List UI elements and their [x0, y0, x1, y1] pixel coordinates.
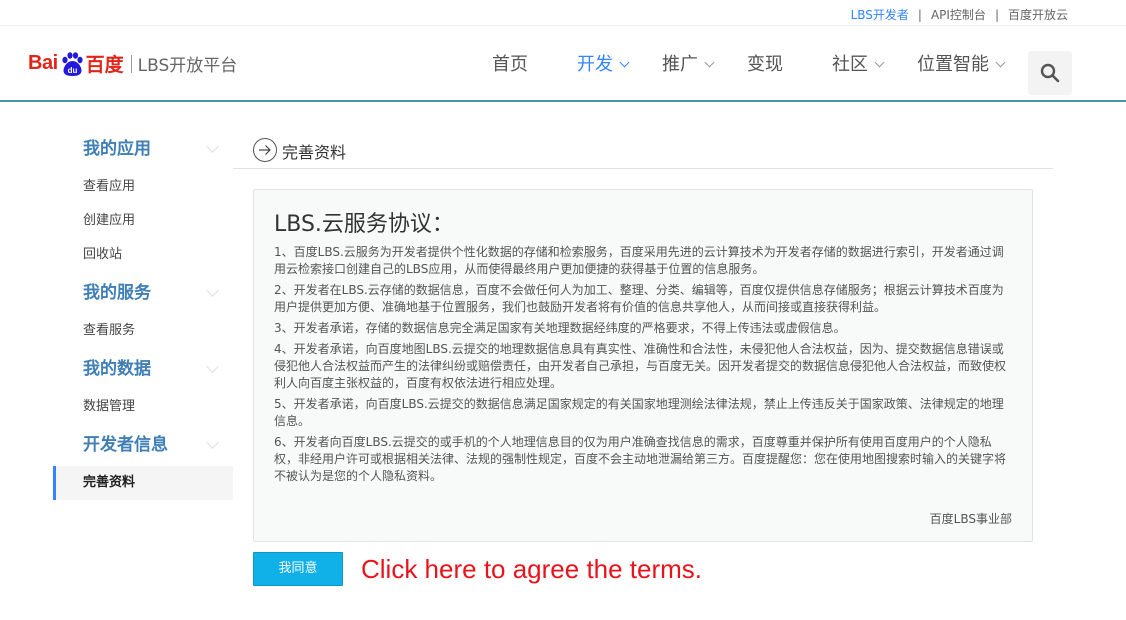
- baidu-lbs-logo[interactable]: Bai du 百度 LBS开放平台: [28, 50, 237, 80]
- nav-home[interactable]: 首页: [492, 50, 528, 80]
- instruction-hint: Click here to agree the terms.: [361, 554, 703, 584]
- nav-monetize[interactable]: 变现: [747, 50, 783, 80]
- lbs-developer-link[interactable]: LBS开发者: [851, 6, 909, 23]
- nav-location-intelligence[interactable]: 位置智能: [917, 50, 1006, 80]
- top-links: LBS开发者 | API控制台 | 百度开放云: [851, 6, 1068, 23]
- agreement-paragraph: 3、开发者承诺，存储的数据信息完全满足国家有关地理数据经纬度的严格要求，不得上传…: [274, 321, 846, 335]
- chevron-down-icon: [619, 57, 630, 68]
- sidebar-item-view-services[interactable]: 查看服务: [53, 314, 233, 348]
- nav-develop-label: 开发: [577, 54, 613, 75]
- chevron-down-icon: [704, 57, 715, 68]
- chevron-down-icon: [206, 360, 219, 373]
- sidebar-group-my-apps[interactable]: 我的应用: [53, 128, 233, 170]
- sidebar-item-recycle-bin[interactable]: 回收站: [53, 238, 233, 272]
- sidebar-item-data-management[interactable]: 数据管理: [53, 390, 233, 424]
- agreement-signature: 百度LBS事业部: [929, 512, 1012, 526]
- search-button[interactable]: [1028, 51, 1072, 95]
- nav-community-label: 社区: [832, 54, 868, 75]
- sidebar-group-label: 我的应用: [83, 139, 151, 159]
- arrow-right-circle-icon: [253, 138, 277, 162]
- agreement-paragraph: 1、百度LBS.云服务为开发者提供个性化数据的存储和检索服务，百度采用先进的云计…: [274, 245, 1004, 276]
- search-icon: [1040, 63, 1060, 83]
- agreement-paragraph: 6、开发者向百度LBS.云提交的或手机的个人地理信息目的仅为用户准确查找信息的需…: [274, 435, 1007, 483]
- nav-develop[interactable]: 开发: [577, 50, 630, 80]
- platform-name: LBS开放平台: [137, 56, 238, 76]
- agreement-paragraph: 5、开发者承诺，向百度LBS.云提交的数据信息满足国家规定的有关国家地理测绘法律…: [274, 397, 1004, 428]
- nav-promote[interactable]: 推广: [662, 50, 715, 80]
- chevron-down-icon: [874, 57, 885, 68]
- sidebar-item-view-apps[interactable]: 查看应用: [53, 170, 233, 204]
- chevron-down-icon: [206, 140, 219, 153]
- chevron-down-icon: [206, 436, 219, 449]
- logo-du-text: du: [67, 66, 77, 75]
- agreement-paragraph: 2、开发者在LBS.云存储的数据信息，百度不会做任何人为加工、整理、分类、编辑等…: [274, 283, 1004, 314]
- baidu-paw-icon: du: [59, 51, 85, 77]
- sidebar: 我的应用 查看应用 创建应用 回收站 我的服务 查看服务 我的数据 数据管理 开…: [53, 128, 233, 500]
- logo-divider: [130, 54, 132, 73]
- chevron-down-icon: [206, 284, 219, 297]
- api-console-link[interactable]: API控制台: [931, 6, 986, 23]
- separator: |: [994, 8, 999, 22]
- sidebar-group-label: 我的数据: [83, 359, 151, 379]
- sidebar-item-complete-profile[interactable]: 完善资料: [53, 466, 233, 500]
- nav-home-label: 首页: [492, 54, 528, 75]
- chevron-down-icon: [995, 57, 1006, 68]
- sidebar-item-create-app[interactable]: 创建应用: [53, 204, 233, 238]
- agreement-panel: LBS.云服务协议： 1、百度LBS.云服务为开发者提供个性化数据的存储和检索服…: [253, 189, 1033, 542]
- sidebar-group-developer-info[interactable]: 开发者信息: [53, 424, 233, 466]
- site-header: Bai du 百度 LBS开放平台 首页 开发 推广 变现 社区 位置智能: [0, 26, 1126, 102]
- sidebar-group-label: 开发者信息: [83, 435, 168, 455]
- baidu-open-cloud-link[interactable]: 百度开放云: [1008, 6, 1068, 23]
- section-header: 完善资料: [233, 134, 1053, 169]
- logo-baidu-text: 百度: [85, 54, 124, 76]
- agreement-title: LBS.云服务协议：: [274, 212, 454, 237]
- separator: |: [917, 8, 922, 22]
- agreement-body: 1、百度LBS.云服务为开发者提供个性化数据的存储和检索服务，百度采用先进的云计…: [274, 244, 1014, 489]
- nav-monetize-label: 变现: [747, 54, 783, 75]
- agreement-paragraph: 4、开发者承诺，向百度地图LBS.云提交的地理数据信息具有真实性、准确性和合法性…: [274, 342, 1007, 390]
- sidebar-group-label: 我的服务: [83, 283, 151, 303]
- nav-community[interactable]: 社区: [832, 50, 885, 80]
- logo-bai-text: Bai: [28, 52, 58, 74]
- top-utility-bar: LBS开发者 | API控制台 | 百度开放云: [0, 0, 1126, 26]
- agree-button[interactable]: 我同意: [253, 552, 343, 586]
- page-title: 完善资料: [282, 143, 347, 162]
- sidebar-group-my-data[interactable]: 我的数据: [53, 348, 233, 390]
- nav-location-intelligence-label: 位置智能: [917, 54, 989, 75]
- nav-promote-label: 推广: [662, 54, 698, 75]
- sidebar-group-my-services[interactable]: 我的服务: [53, 272, 233, 314]
